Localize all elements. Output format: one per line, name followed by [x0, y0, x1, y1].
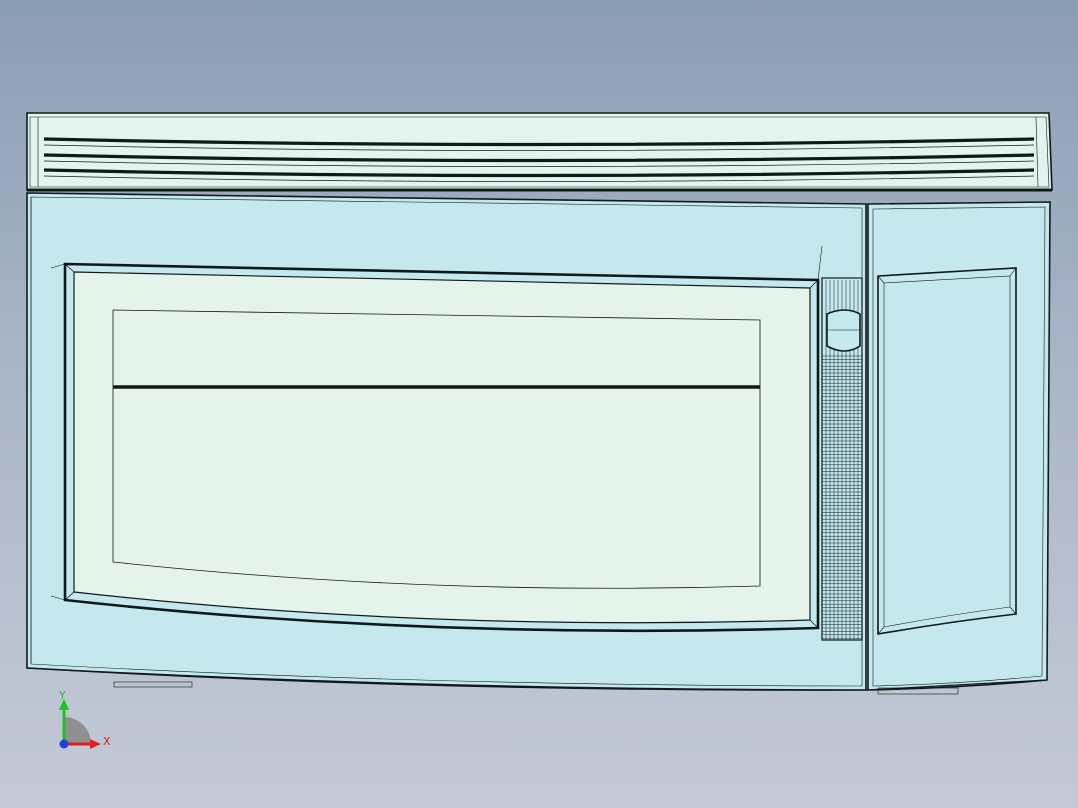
z-axis-dot: [59, 739, 69, 749]
coordinate-triad: Y X: [58, 689, 111, 749]
top-vent-grille: [26, 112, 1053, 192]
x-arrow-head: [90, 739, 101, 749]
x-axis-label: X: [103, 735, 111, 748]
cad-viewport[interactable]: Y X: [0, 0, 1078, 808]
control-panel[interactable]: [867, 201, 1051, 691]
triad-quadrant: [64, 717, 91, 744]
drawing-canvas[interactable]: Y X: [0, 0, 1078, 808]
door-handle[interactable]: [821, 277, 863, 641]
door-window: [50, 245, 823, 633]
y-axis-label: Y: [58, 689, 66, 702]
microwave-model[interactable]: [26, 112, 1053, 695]
